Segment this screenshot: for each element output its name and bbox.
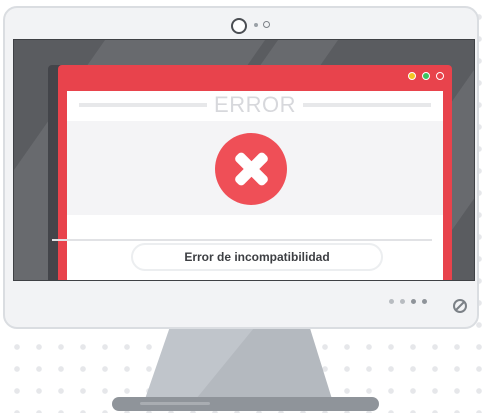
maximize-button[interactable] [422, 72, 430, 80]
dialog-title: ERROR [214, 92, 296, 117]
dialog-body: ERROR Error de incompatibilidad [67, 91, 443, 280]
title-divider-left [79, 103, 207, 107]
monitor-button[interactable] [389, 299, 394, 304]
title-divider-right [303, 103, 431, 107]
minimize-button[interactable] [408, 72, 416, 80]
sensor-dot [254, 23, 258, 27]
sensor-ring [263, 21, 270, 28]
error-dialog: ERROR Error de incompatibilidad [58, 65, 452, 280]
error-x-icon [215, 133, 287, 205]
monitor-button[interactable] [400, 299, 405, 304]
window-controls [408, 72, 444, 80]
dialog-bottom-edge [52, 239, 432, 241]
error-message: Error de incompatibilidad [131, 243, 383, 271]
monitor-button[interactable] [411, 299, 416, 304]
monitor-button[interactable] [422, 299, 427, 304]
close-button[interactable] [436, 72, 444, 80]
power-icon[interactable] [453, 299, 467, 313]
screen: ERROR Error de incompatibilidad [13, 39, 475, 281]
monitor: ERROR Error de incompatibilidad [3, 6, 479, 329]
camera-icon [231, 18, 247, 34]
base-highlight [140, 402, 210, 405]
monitor-buttons [389, 299, 427, 304]
